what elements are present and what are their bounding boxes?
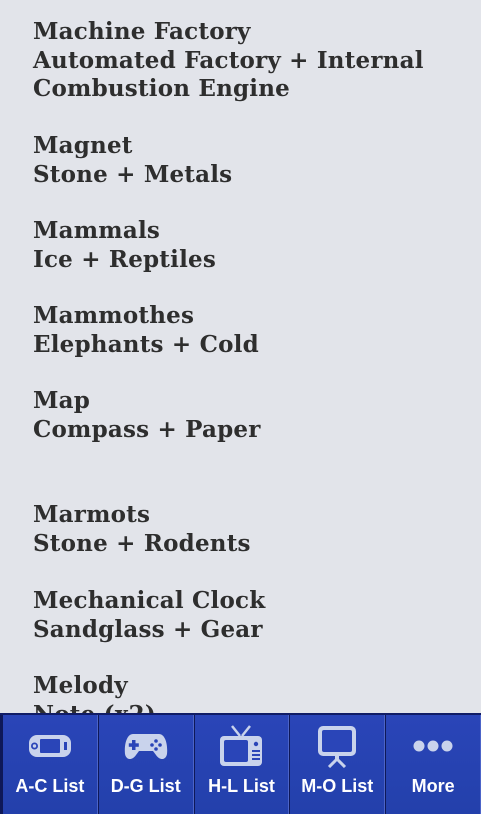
recipe-list[interactable]: Machine Factory Automated Factory + Inte… bbox=[0, 0, 481, 713]
bottom-tab-bar: A-C List D-G List H-L List M-O List More bbox=[0, 713, 481, 814]
list-item[interactable]: Mammals Ice + Reptiles bbox=[33, 217, 216, 274]
list-item[interactable]: Map Compass + Paper bbox=[33, 387, 261, 444]
tab-m-o-list[interactable]: M-O List bbox=[289, 715, 386, 814]
item-name: Machine Factory bbox=[33, 18, 251, 45]
tab-d-g-list[interactable]: D-G List bbox=[97, 715, 194, 814]
tab-a-c-list[interactable]: A-C List bbox=[0, 715, 98, 814]
item-name: Mammothes bbox=[33, 302, 195, 329]
list-item[interactable]: Mechanical Clock Sandglass + Gear bbox=[33, 587, 265, 644]
item-name: Map bbox=[33, 387, 91, 414]
item-name: Marmots bbox=[33, 501, 151, 528]
item-recipe: Ice + Reptiles bbox=[33, 245, 216, 273]
handheld-console-icon bbox=[26, 724, 74, 768]
item-name: Mammals bbox=[33, 217, 161, 244]
item-name: Melody bbox=[33, 672, 128, 699]
item-recipe: Sandglass + Gear bbox=[33, 615, 263, 643]
tab-label: More bbox=[411, 776, 455, 796]
item-recipe: Stone + Metals bbox=[33, 160, 233, 188]
list-item[interactable]: Mammothes Elephants + Cold bbox=[33, 302, 259, 359]
tv-icon bbox=[217, 724, 265, 768]
item-recipe: Elephants + Cold bbox=[33, 330, 259, 358]
monitor-icon bbox=[313, 724, 361, 768]
item-name: Mechanical Clock bbox=[33, 587, 266, 614]
item-recipe: Automated Factory + Internal bbox=[33, 46, 424, 74]
list-item[interactable]: Magnet Stone + Metals bbox=[33, 132, 232, 189]
tab-h-l-list[interactable]: H-L List bbox=[193, 715, 290, 814]
item-name: Magnet bbox=[33, 132, 133, 159]
list-item[interactable]: Machine Factory Automated Factory + Inte… bbox=[33, 18, 424, 104]
list-item[interactable]: Melody Note (x2) bbox=[33, 672, 156, 713]
item-recipe: Stone + Rodents bbox=[33, 529, 251, 557]
item-recipe: Combustion Engine bbox=[33, 75, 290, 102]
item-recipe: Compass + Paper bbox=[33, 415, 261, 443]
tab-label: H-L List bbox=[208, 776, 275, 796]
list-item[interactable]: Marmots Stone + Rodents bbox=[33, 501, 251, 558]
tab-label: A-C List bbox=[15, 776, 85, 796]
more-dots-icon bbox=[409, 724, 457, 768]
gamepad-icon bbox=[122, 724, 170, 768]
item-recipe: Note (x2) bbox=[33, 701, 156, 714]
tab-label: M-O List bbox=[301, 776, 374, 796]
tab-label: D-G List bbox=[110, 776, 181, 796]
tab-more[interactable]: More bbox=[385, 715, 481, 814]
